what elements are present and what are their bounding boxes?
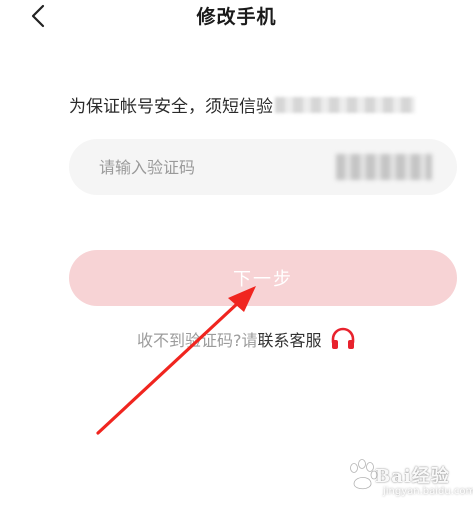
- headset-icon[interactable]: [330, 327, 356, 351]
- contact-support-link[interactable]: 联系客服: [258, 327, 322, 351]
- masked-phone-number: [275, 96, 415, 113]
- verification-code-field: [69, 139, 457, 195]
- next-step-button[interactable]: 下一步: [69, 250, 457, 306]
- page-title: 修改手机: [196, 6, 277, 28]
- watermark-url: jingyan.baidu.com: [383, 486, 473, 497]
- change-phone-page: 修改手机 为保证帐号安全，须短信验 下一步 收不到验证码?请 联系客服: [0, 0, 473, 516]
- security-notice-text: 为保证帐号安全，须短信验: [69, 97, 273, 117]
- get-code-button[interactable]: [336, 154, 432, 180]
- verification-code-input[interactable]: [97, 156, 336, 178]
- help-prompt-text: 收不到验证码?请: [137, 331, 258, 350]
- watermark: Bai经验 jingyan.baidu.com: [345, 456, 473, 506]
- help-line: 收不到验证码?请 联系客服: [137, 327, 356, 351]
- security-notice: 为保证帐号安全，须短信验: [69, 92, 415, 117]
- watermark-brand: Bai经验: [375, 466, 450, 487]
